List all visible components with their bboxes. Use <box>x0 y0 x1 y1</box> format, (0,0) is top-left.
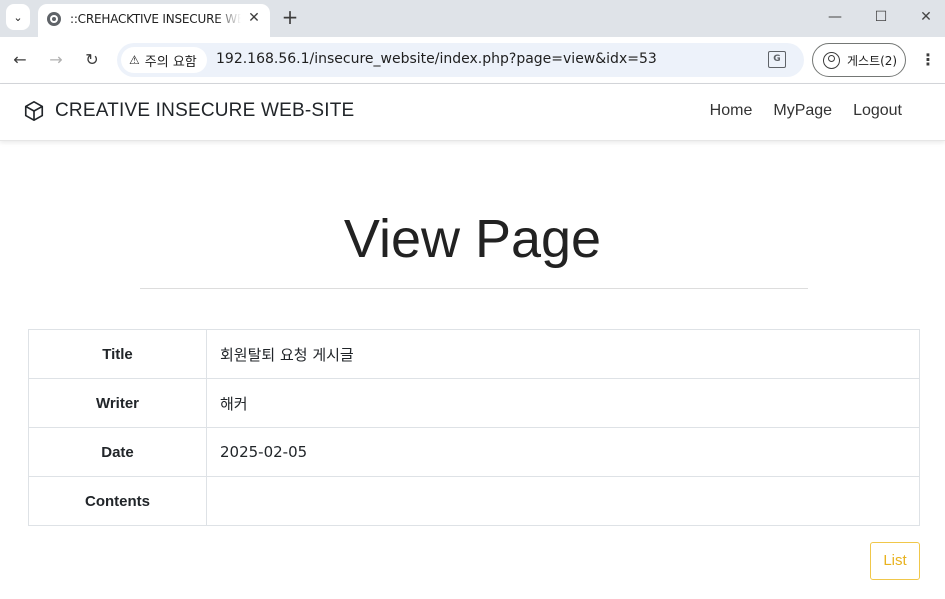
table-row: Contents <box>28 476 920 526</box>
row-label-writer: Writer <box>28 378 207 428</box>
forward-icon[interactable]: → <box>45 49 67 71</box>
security-label: 주의 요함 <box>144 54 197 70</box>
row-label-date: Date <box>28 427 207 477</box>
table-row: Date 2025-02-05 <box>28 427 920 477</box>
nav-logout-link[interactable]: Logout <box>853 102 902 120</box>
brand[interactable]: CREATIVE INSECURE WEB-SITE <box>23 100 354 122</box>
post-view-table: Title 회원탈퇴 요청 게시글 Writer 해커 Date 2025-02… <box>28 329 920 526</box>
new-tab-button[interactable]: + <box>280 6 300 28</box>
nav-home-link[interactable]: Home <box>710 102 753 120</box>
row-label-title: Title <box>28 329 207 379</box>
profile-label: 게스트(2) <box>847 53 898 68</box>
browser-tab[interactable]: ::CREHACKTIVE INSECURE WEBSITE:: ✕ <box>38 4 270 37</box>
title-divider <box>140 288 808 289</box>
row-value-title: 회원탈퇴 요청 게시글 <box>206 329 920 379</box>
site-navbar: CREATIVE INSECURE WEB-SITE Home MyPage L… <box>0 84 945 141</box>
person-icon <box>823 51 840 69</box>
table-row: Writer 해커 <box>28 378 920 428</box>
more-vert-icon[interactable]: ⋮ <box>918 49 938 71</box>
browser-tabstrip: ⌄ ::CREHACKTIVE INSECURE WEBSITE:: ✕ + —… <box>0 0 945 37</box>
warning-icon: ⚠ <box>129 53 140 67</box>
list-button[interactable]: List <box>870 542 920 580</box>
browser-toolbar: ← → ↻ ⚠ 주의 요함 192.168.56.1/insecure_webs… <box>0 37 945 83</box>
row-label-contents: Contents <box>28 476 207 526</box>
row-value-writer: 해커 <box>206 378 920 428</box>
row-value-date: 2025-02-05 <box>206 427 920 477</box>
reload-icon[interactable]: ↻ <box>81 49 103 71</box>
row-value-contents <box>206 476 920 526</box>
profile-button[interactable]: 게스트(2) <box>812 43 906 77</box>
url-text[interactable]: 192.168.56.1/insecure_website/index.php?… <box>216 51 657 67</box>
box-icon <box>24 101 44 121</box>
globe-icon <box>47 12 61 26</box>
tab-search-icon[interactable]: ⌄ <box>6 4 30 30</box>
site-nav-links: Home MyPage Logout <box>710 102 902 120</box>
back-icon[interactable]: ← <box>9 49 31 71</box>
maximize-icon[interactable]: ☐ <box>869 5 893 29</box>
nav-mypage-link[interactable]: MyPage <box>773 102 832 120</box>
security-chip[interactable]: ⚠ 주의 요함 <box>121 47 207 73</box>
brand-title: CREATIVE INSECURE WEB-SITE <box>55 100 355 121</box>
translate-icon[interactable]: G <box>768 51 786 68</box>
tab-title: ::CREHACKTIVE INSECURE WEBSITE:: <box>70 12 241 26</box>
page-title: View Page <box>343 209 602 269</box>
address-bar[interactable]: ⚠ 주의 요함 192.168.56.1/insecure_website/in… <box>117 43 804 77</box>
minimize-icon[interactable]: — <box>823 5 847 29</box>
table-row: Title 회원탈퇴 요청 게시글 <box>28 329 920 379</box>
close-icon[interactable]: ✕ <box>245 9 263 27</box>
window-close-icon[interactable]: ✕ <box>914 5 938 29</box>
